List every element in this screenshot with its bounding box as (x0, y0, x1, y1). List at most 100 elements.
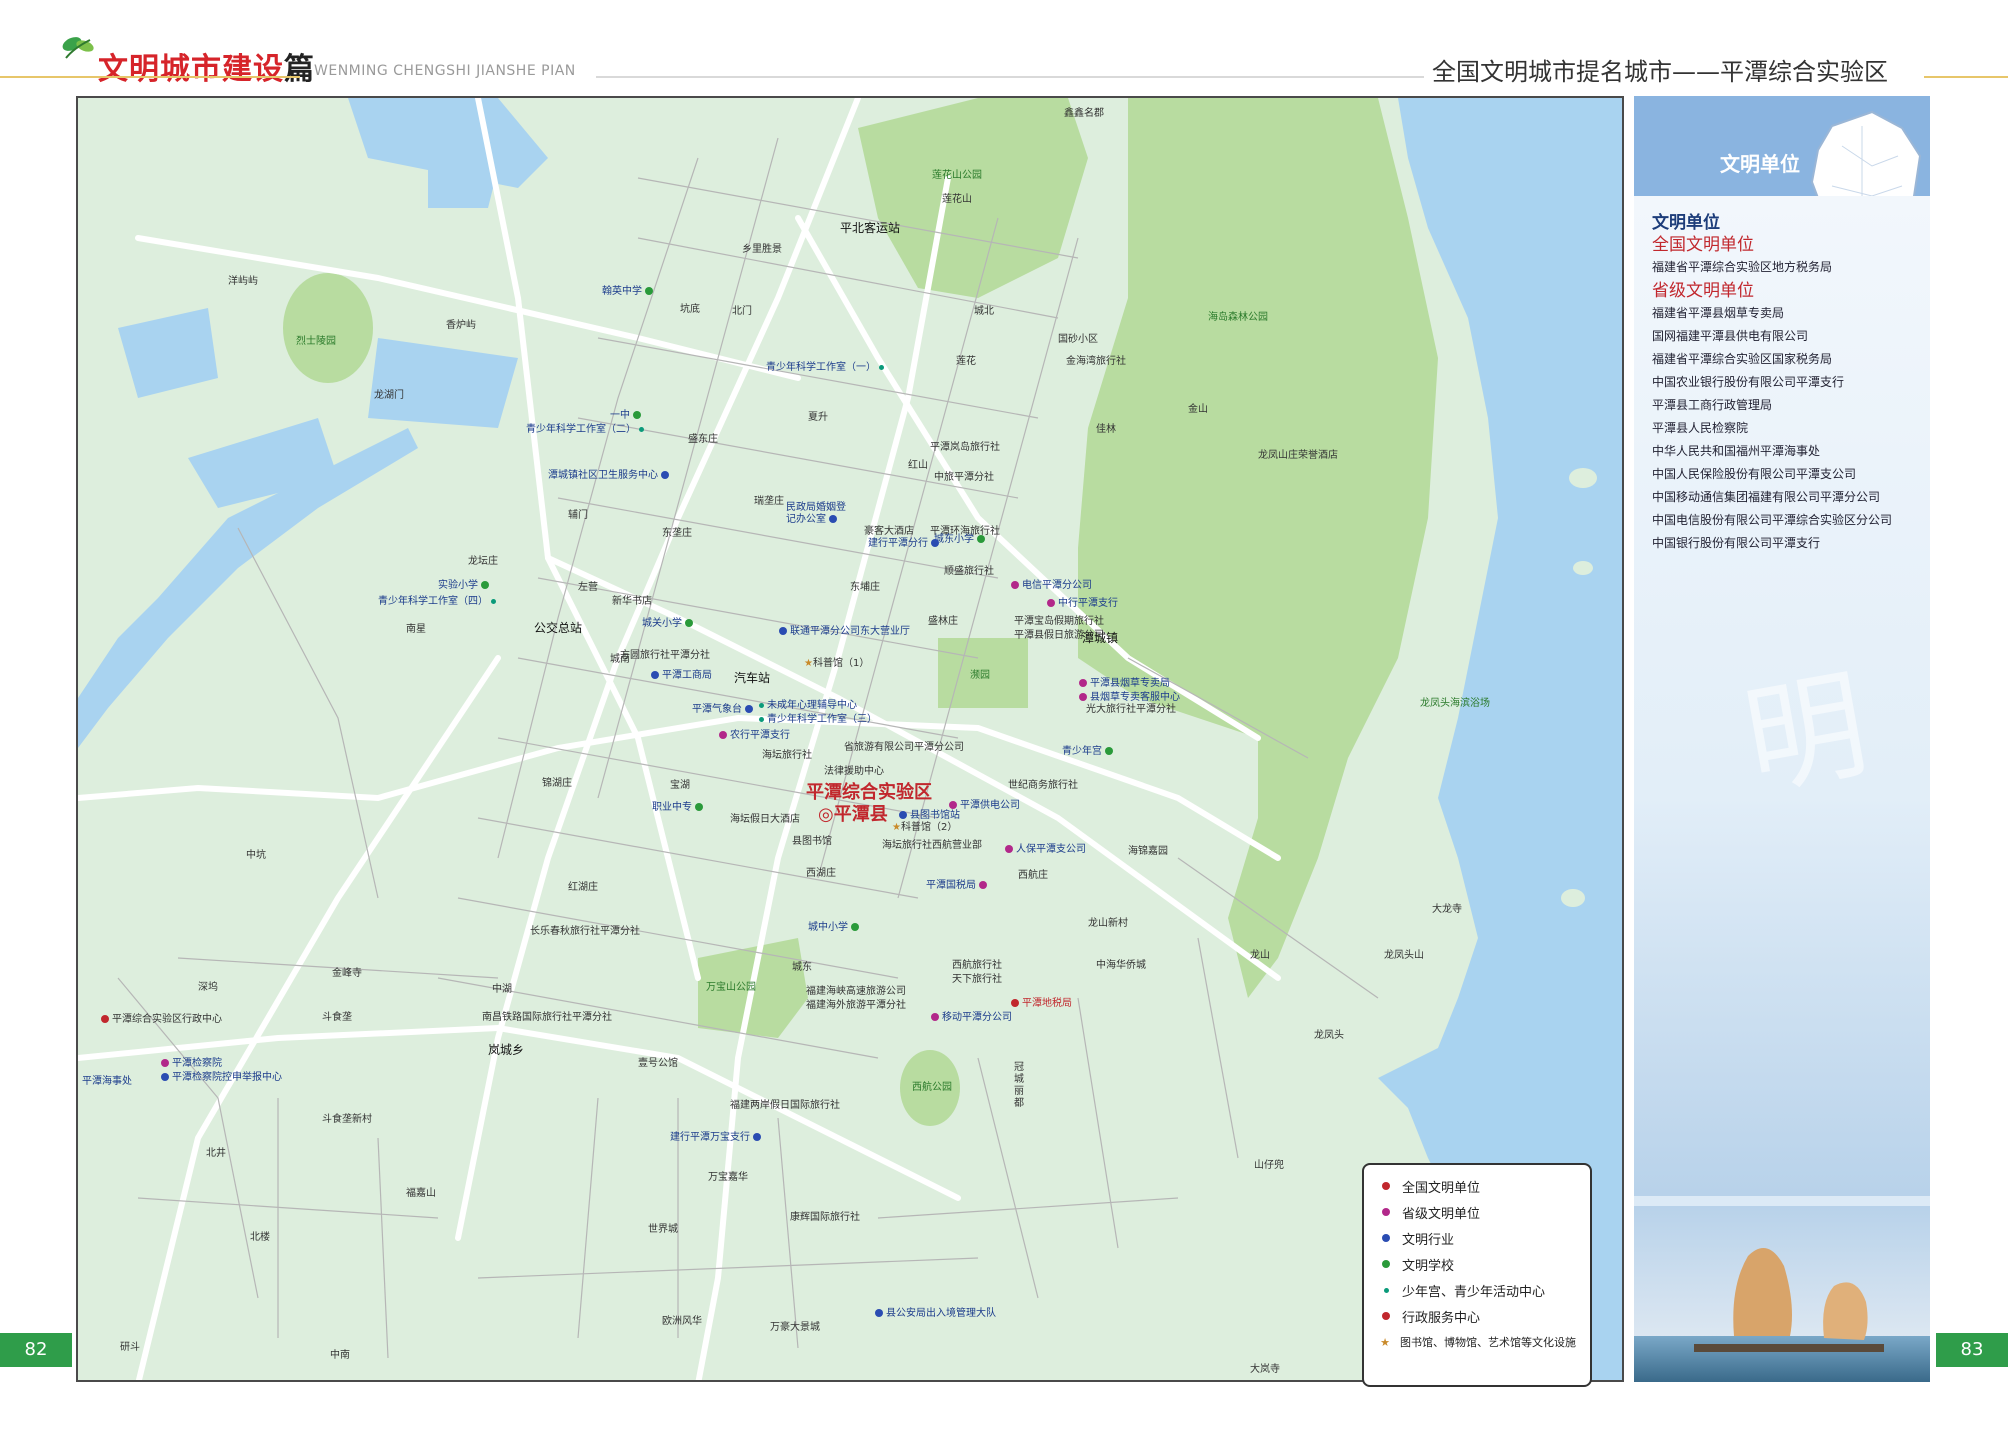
place-label: 研斗 (120, 1342, 140, 1353)
admin-label: 平潭检察院 (158, 1058, 222, 1070)
park-label: 莲花山公园 (932, 170, 982, 181)
national-unit-icon (1011, 999, 1019, 1007)
youth-center-icon (879, 364, 884, 370)
industry-icon (651, 671, 659, 679)
unit-item: 中国移动通信集团福建有限公司平潭分公司 (1652, 490, 1881, 504)
legend-item: 省级文明单位 (1378, 1199, 1576, 1225)
industry-label: 建行平潭万宝支行 (670, 1132, 764, 1144)
school-label: 城中小学 (808, 922, 862, 934)
school-label: 平潭气象台 (692, 704, 756, 716)
place-label: 万宝嘉华 (708, 1172, 748, 1183)
place-label: 福嘉山 (406, 1188, 436, 1199)
place-label: 龙湖门 (374, 390, 404, 401)
place-label: 平潭宝岛假期旅行社 (1014, 616, 1104, 627)
park-label: 海岛森林公园 (1208, 312, 1268, 323)
place-label: 福建海峡高速旅游公司 (806, 986, 906, 997)
place-label: 坑底 (680, 304, 700, 315)
provincial-unit-label: 县烟草专卖客服中心 (1076, 692, 1180, 704)
legend-item: ★ 图书馆、博物馆、艺术馆等文化设施 (1378, 1329, 1576, 1355)
admin-label: 平潭检察院控申举报中心 (158, 1072, 282, 1084)
school-icon (481, 581, 489, 589)
provincial-unit-label: 平潭县烟草专卖局 (1076, 678, 1170, 690)
youth-center-icon (491, 598, 496, 604)
industry-icon (899, 811, 907, 819)
provincial-unit-icon (949, 801, 957, 809)
school-icon (645, 287, 653, 295)
place-label: 东埔庄 (850, 582, 880, 593)
park-area (283, 273, 373, 383)
place-label: 长乐春秋旅行社平潭分社 (530, 926, 640, 937)
industry-icon (661, 471, 669, 479)
place-label: 光大旅行社平潭分社 (1086, 704, 1176, 715)
fish-ponds (428, 168, 498, 208)
place-label: 西航庄 (1018, 870, 1048, 881)
place-label: 西航旅行社 (952, 960, 1002, 971)
industry-icon (1382, 1234, 1390, 1242)
place-label: 中坑 (246, 850, 266, 861)
islet (1569, 468, 1597, 488)
unit-item: 中华人民共和国福州平潭海事处 (1652, 444, 1821, 458)
bus-station-label: 汽车站 (734, 671, 771, 685)
provincial-unit-label: 移动平潭分公司 (928, 1012, 1012, 1024)
sidebar-panel: 文明单位 明 文明单位 全国文明单位 福建省平潭综合实验区地方税务局 省级文明单… (1634, 96, 1930, 1382)
bus-terminal-label: 公交总站 (534, 621, 583, 635)
national-unit-icon (1382, 1182, 1390, 1190)
place-label: 大岚寺 (1250, 1364, 1280, 1375)
legend-item: 全国文明单位 (1378, 1173, 1576, 1199)
place-label: 莲花 (956, 356, 976, 367)
place-label: 莲花山 (942, 194, 972, 205)
admin-center-label: 平潭综合实验区行政中心 (98, 1014, 222, 1026)
place-label: 龙凤山庄荣誉酒店 (1258, 450, 1338, 461)
place-label: 斗食垄 (322, 1012, 352, 1023)
industry-icon (875, 1309, 883, 1317)
place-label: 平潭岚岛旅行社 (930, 442, 1000, 453)
legend-item: 行政服务中心 (1378, 1303, 1576, 1329)
unit-item: 福建省平潭综合实验区国家税务局 (1652, 352, 1833, 366)
unit-item: 中国电信股份有限公司平潭综合实验区分公司 (1652, 513, 1893, 527)
place-label: 壹号公馆 (638, 1058, 678, 1069)
school-icon (685, 619, 693, 627)
place-label: 平潭县假日旅游公司 (1014, 630, 1104, 641)
school-label: 青少年宫 (1062, 746, 1116, 758)
industry-label: 联通平潭分公司东大营业厅 (776, 626, 910, 638)
place-label: 左营 (578, 582, 598, 593)
youth-center-label: 青少年科学工作室（四） (378, 596, 499, 608)
place-label: 龙山 (1250, 950, 1270, 961)
youth-center-icon (639, 426, 644, 432)
place-label: 世界城 (648, 1224, 678, 1235)
admin-label: 平潭海事处 (82, 1076, 132, 1087)
park-label: 濒园 (970, 670, 990, 681)
place-label: 海坛旅行社 (762, 750, 812, 761)
provincial-unit-icon (161, 1059, 169, 1067)
place-label: 洋屿屿 (228, 276, 258, 287)
place-label: 佳林 (1096, 424, 1116, 435)
school-label: 翰英中学 (602, 286, 656, 298)
legend-item: 文明行业 (1378, 1225, 1576, 1251)
school-label: 城关小学 (642, 618, 696, 630)
place-label: 中南 (330, 1350, 350, 1361)
industry-label: 县公安局出入境管理大队 (872, 1308, 996, 1320)
place-label: 冠城丽都 (1014, 1062, 1024, 1109)
place-label: 福建两岸假日国际旅行社 (730, 1100, 840, 1111)
place-label: 龙山新村 (1088, 918, 1128, 929)
school-icon (633, 411, 641, 419)
industry-label: 建行平潭分行 (868, 538, 942, 550)
sidebar-title: 文明单位 (1720, 152, 1800, 176)
place-label: 北门 (732, 306, 752, 317)
place-label: 鑫鑫名郡 (1064, 108, 1104, 119)
culture-icon: ★ (804, 658, 813, 669)
coastal-rock-photo (1634, 1206, 1930, 1382)
section-title: 文明城市建设篇 (98, 52, 315, 87)
place-label: 香炉屿 (446, 320, 476, 331)
industry-label: 农行平潭支行 (716, 730, 790, 742)
place-label: 龙凤头山 (1384, 950, 1424, 961)
provincial-unit-icon (931, 1013, 939, 1021)
culture-icon: ★ (1380, 1335, 1390, 1349)
islet (1573, 561, 1593, 575)
place-label: 北井 (206, 1148, 226, 1159)
place-label: 福建海外旅游平潭分社 (806, 1000, 906, 1011)
place-label: 乡里胜景 (742, 244, 782, 255)
place-label: 城北 (974, 306, 994, 317)
youth-center-label: 青少年科学工作室（三） (756, 714, 877, 726)
place-label: 中湖 (492, 984, 512, 995)
